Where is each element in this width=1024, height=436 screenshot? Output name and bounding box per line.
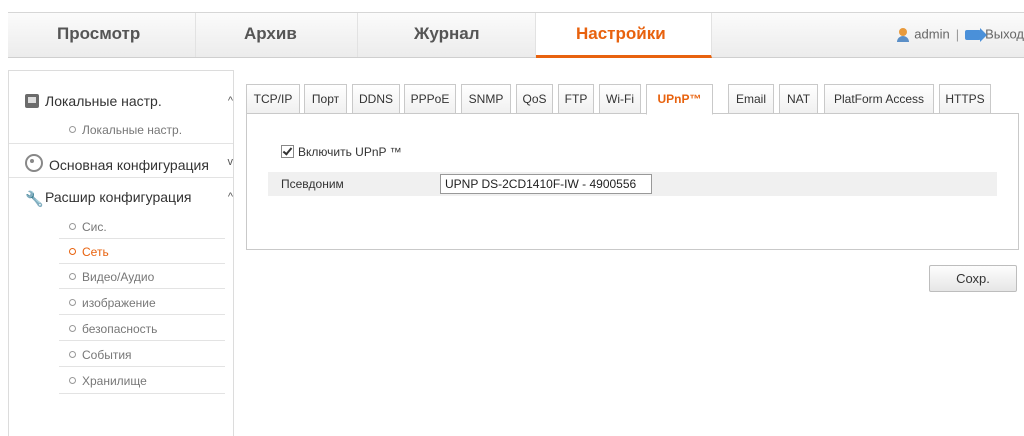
bullet-icon	[69, 248, 76, 255]
divider	[59, 314, 225, 315]
section-title: Расшир конфигурация	[45, 189, 192, 205]
divider	[59, 340, 225, 341]
alias-row: Псевдоним	[268, 172, 997, 196]
user-area: admin | Выход	[896, 13, 1024, 57]
tab-https[interactable]: HTTPS	[939, 84, 991, 114]
tab-tcpip[interactable]: TCP/IP	[246, 84, 300, 114]
user-icon	[896, 27, 910, 42]
bullet-icon	[69, 126, 76, 133]
enable-upnp-checkbox[interactable]	[281, 145, 294, 158]
chevron-up-icon[interactable]: ^	[228, 191, 233, 203]
sidebar-item-local-config[interactable]: Локальные настр.	[69, 123, 182, 137]
divider	[59, 238, 225, 239]
sidebar-item-events[interactable]: События	[69, 348, 132, 362]
sidebar-item-label: безопасность	[82, 322, 158, 336]
logout-link[interactable]: Выход	[985, 27, 1024, 42]
alias-label: Псевдоним	[281, 177, 344, 191]
tab-snmp[interactable]: SNMP	[461, 84, 511, 114]
chevron-down-icon[interactable]: v	[228, 156, 234, 168]
sidebar-item-label: Видео/Аудио	[82, 270, 155, 284]
sidebar-section-local[interactable]: Локальные настр. ^	[25, 93, 233, 109]
tab-upnp[interactable]: UPnP™	[646, 84, 713, 115]
sidebar-section-basic[interactable]: Основная конфигурация v	[25, 154, 233, 173]
divider	[9, 177, 233, 178]
bullet-icon	[69, 325, 76, 332]
sidebar-item-storage[interactable]: Хранилище	[69, 374, 147, 388]
section-title: Локальные настр.	[45, 93, 162, 109]
save-button[interactable]: Сохр.	[929, 265, 1017, 292]
nav-tab-configuration[interactable]: Настройки	[536, 13, 712, 58]
sidebar-item-label: События	[82, 348, 132, 362]
bullet-icon	[69, 299, 76, 306]
username: admin	[914, 26, 950, 42]
local-config-icon	[25, 94, 39, 108]
divider	[9, 143, 233, 144]
nav-tab-live-view[interactable]: Просмотр	[8, 13, 196, 57]
top-nav-bar: Просмотр Архив Журнал Настройки admin | Вы…	[8, 12, 1024, 58]
sidebar-item-video-audio[interactable]: Видео/Аудио	[69, 270, 154, 284]
tab-pppoe[interactable]: PPPoE	[404, 84, 456, 114]
enable-upnp-label: Включить UPnP ™	[298, 145, 402, 159]
logout-icon[interactable]	[965, 27, 988, 42]
section-title: Основная конфигурация	[49, 157, 209, 173]
divider	[59, 366, 225, 367]
sidebar-item-label: Сеть	[82, 245, 109, 259]
divider	[59, 263, 225, 264]
tab-platform-access[interactable]: PlatForm Access	[824, 84, 934, 114]
tab-nat[interactable]: NAT	[779, 84, 818, 114]
bullet-icon	[69, 351, 76, 358]
bullet-icon	[69, 273, 76, 280]
sidebar-item-label: изображение	[82, 296, 156, 310]
gear-icon	[25, 154, 43, 172]
sidebar-item-label: Локальные настр.	[82, 123, 183, 137]
separator: |	[955, 26, 960, 42]
sidebar-item-label: Хранилище	[82, 374, 147, 388]
tab-email[interactable]: Email	[728, 84, 774, 114]
alias-input[interactable]	[440, 174, 652, 194]
sidebar-section-advanced[interactable]: 🔧Расшир конфигурация ^	[25, 189, 233, 208]
wrench-icon: 🔧	[25, 191, 44, 208]
bullet-icon	[69, 377, 76, 384]
tab-wifi[interactable]: Wi-Fi	[599, 84, 641, 114]
bullet-icon	[69, 223, 76, 230]
chevron-up-icon[interactable]: ^	[228, 95, 233, 107]
divider	[59, 393, 225, 394]
sidebar-item-security[interactable]: безопасность	[69, 322, 157, 336]
tab-port[interactable]: Порт	[304, 84, 347, 114]
nav-tab-log[interactable]: Журнал	[358, 13, 536, 57]
tab-ftp[interactable]: FTP	[558, 84, 594, 114]
sidebar-item-label: Сис.	[82, 220, 107, 234]
sidebar-item-image[interactable]: изображение	[69, 296, 156, 310]
divider	[59, 288, 225, 289]
nav-tab-playback[interactable]: Архив	[196, 13, 358, 57]
enable-upnp-row: Включить UPnP ™	[281, 145, 402, 159]
sidebar-item-system[interactable]: Сис.	[69, 220, 107, 234]
sidebar: Локальные настр. ^ Локальные настр. Осно…	[8, 70, 234, 436]
tab-ddns[interactable]: DDNS	[352, 84, 400, 114]
sidebar-item-network[interactable]: Сеть	[69, 245, 109, 259]
tab-qos[interactable]: QoS	[516, 84, 553, 114]
